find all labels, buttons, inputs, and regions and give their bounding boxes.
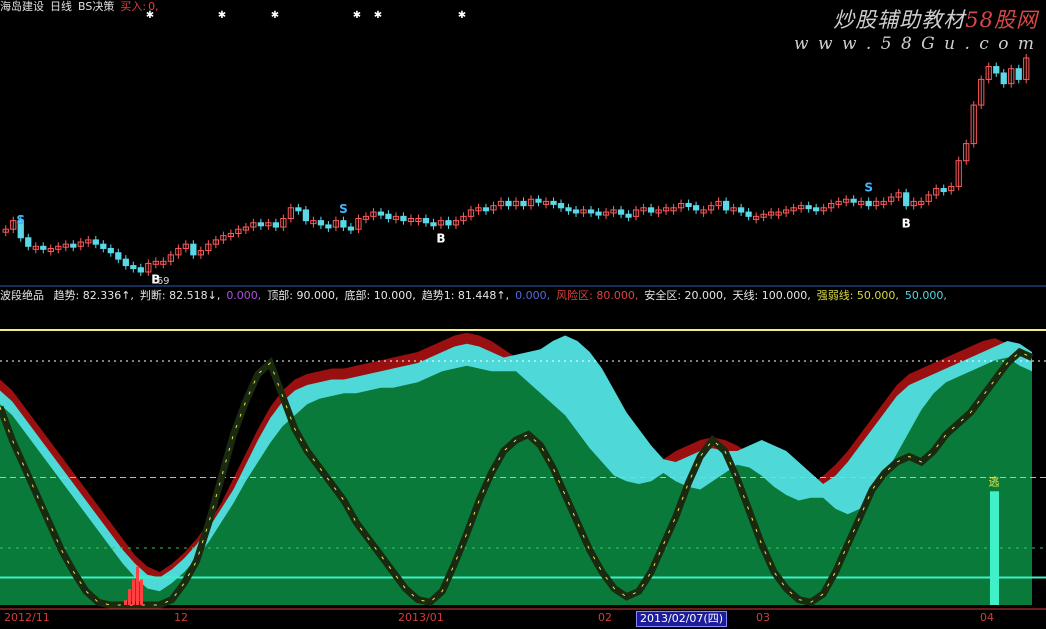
red-volume-bar (128, 589, 131, 605)
date-tick-label: 2012/11 (4, 611, 50, 624)
selected-date-label: 2013/02/07(四) (636, 611, 727, 627)
indicator-value-0: 趋势: 82.336↑, (53, 289, 134, 302)
escape-label: 逃 (989, 475, 1000, 488)
date-tick-label: 02 (598, 611, 612, 624)
indicator-value-5: 趋势1: 81.448↑, (421, 289, 510, 302)
red-volume-bar (140, 579, 143, 605)
escape-bar (990, 491, 999, 605)
indicator-value-8: 安全区: 20.000, (644, 289, 727, 302)
stock-chart-window: { "header": { "stock_name": "海岛建设", "per… (0, 0, 1046, 629)
indicator-value-9: 天线: 100.000, (732, 289, 811, 302)
indicator-value-6: 0.000, (515, 289, 551, 302)
indicator-value-4: 底部: 10.000, (344, 289, 416, 302)
indicator-value-1: 判断: 82.518↓, (139, 289, 221, 302)
red-volume-bar (136, 566, 139, 605)
indicator-header: 波段绝品 趋势: 82.336↑, 判断: 82.518↓, 0.000, 顶部: 9… (0, 289, 953, 303)
red-volume-bar (132, 579, 135, 605)
date-tick-label: 12 (174, 611, 188, 624)
indicator-chart: 逃 (0, 329, 1046, 610)
date-tick-label: 03 (756, 611, 770, 624)
red-volume-bar (124, 600, 127, 605)
indicator-value-3: 顶部: 90.000, (267, 289, 339, 302)
indicator-title: 波段绝品 (0, 289, 44, 302)
date-tick-label: 04 (980, 611, 994, 624)
indicator-value-2: 0.000, (226, 289, 262, 302)
indicator-value-10: 强弱线: 50.000, (816, 289, 899, 302)
indicator-value-7: 风险区: 80.000, (556, 289, 639, 302)
date-tick-label: 2013/01 (398, 611, 444, 624)
indicator-value-11: 50.000, (904, 289, 947, 302)
